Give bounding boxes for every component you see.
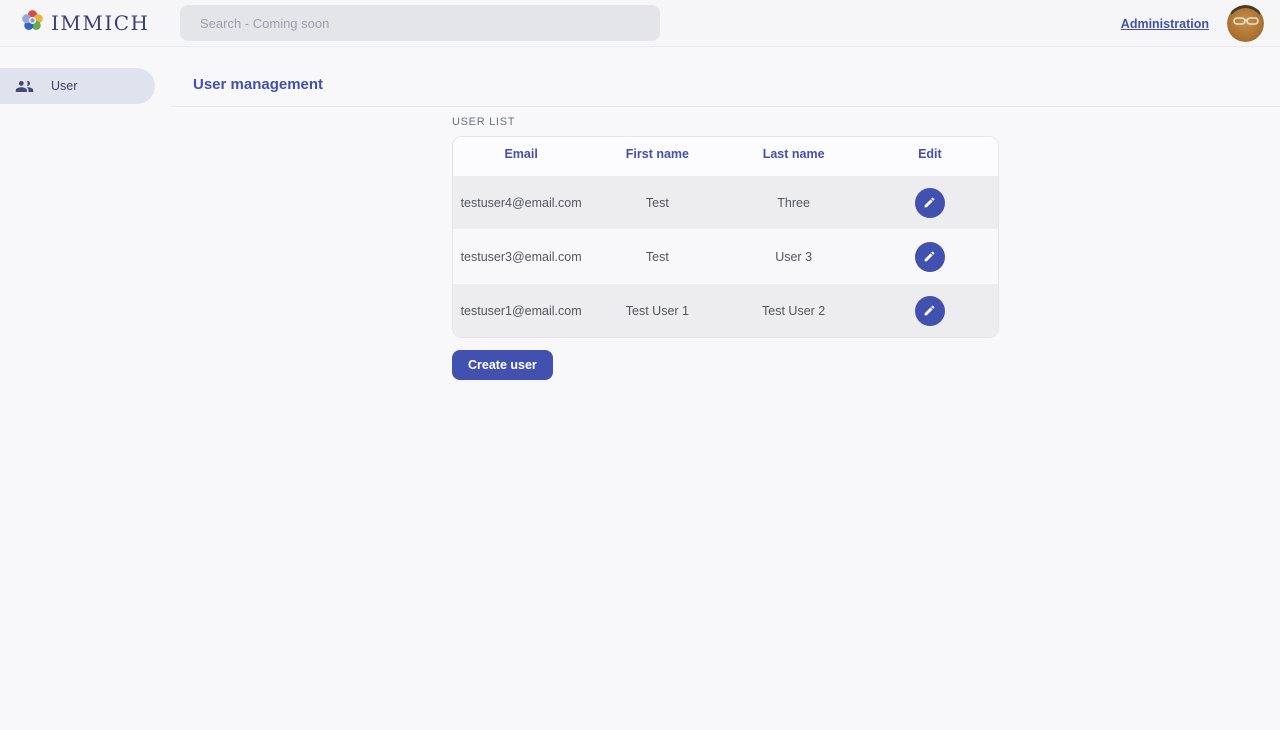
cell-email: testuser1@email.com [453,304,589,318]
pencil-edit-icon [923,196,936,209]
edit-user-button[interactable] [915,188,945,218]
title-divider [171,106,1280,107]
column-header-first-name: First name [589,147,725,161]
cell-last-name: Three [726,196,862,210]
immich-brand[interactable]: IMMICH [20,8,150,38]
cell-first-name: Test User 1 [589,304,725,318]
user-list-section-label: USER LIST [452,116,999,128]
cell-first-name: Test [589,250,725,264]
page-title: User management [193,76,323,93]
brand-name: IMMICH [51,11,150,35]
administration-link[interactable]: Administration [1121,17,1209,31]
table-row: testuser1@email.com Test User 1 Test Use… [453,283,998,337]
table-row: testuser4@email.com Test Three [453,175,998,229]
cell-first-name: Test [589,196,725,210]
pencil-edit-icon [923,250,936,263]
sidebar-item-user[interactable]: User [0,68,155,104]
top-navbar: IMMICH Administration [0,0,1280,47]
edit-user-button[interactable] [915,242,945,272]
create-user-button[interactable]: Create user [452,350,553,380]
edit-user-button[interactable] [915,296,945,326]
cell-email: testuser4@email.com [453,196,589,210]
user-table: Email First name Last name Edit testuser… [452,136,999,338]
user-table-header: Email First name Last name Edit [453,137,998,171]
immich-flower-logo-icon [20,8,45,38]
table-row: testuser3@email.com Test User 3 [453,229,998,283]
column-header-edit: Edit [862,147,998,161]
cell-last-name: User 3 [726,250,862,264]
column-header-last-name: Last name [726,147,862,161]
sidebar: User [0,47,171,730]
column-header-email: Email [453,147,589,161]
user-avatar[interactable] [1227,5,1264,42]
sidebar-item-label: User [51,79,77,93]
user-group-icon [15,77,34,96]
cell-email: testuser3@email.com [453,250,589,264]
pencil-edit-icon [923,304,936,317]
cell-last-name: Test User 2 [726,304,862,318]
search-input[interactable] [180,5,660,41]
main-content: User management USER LIST Email First na… [171,47,1280,730]
